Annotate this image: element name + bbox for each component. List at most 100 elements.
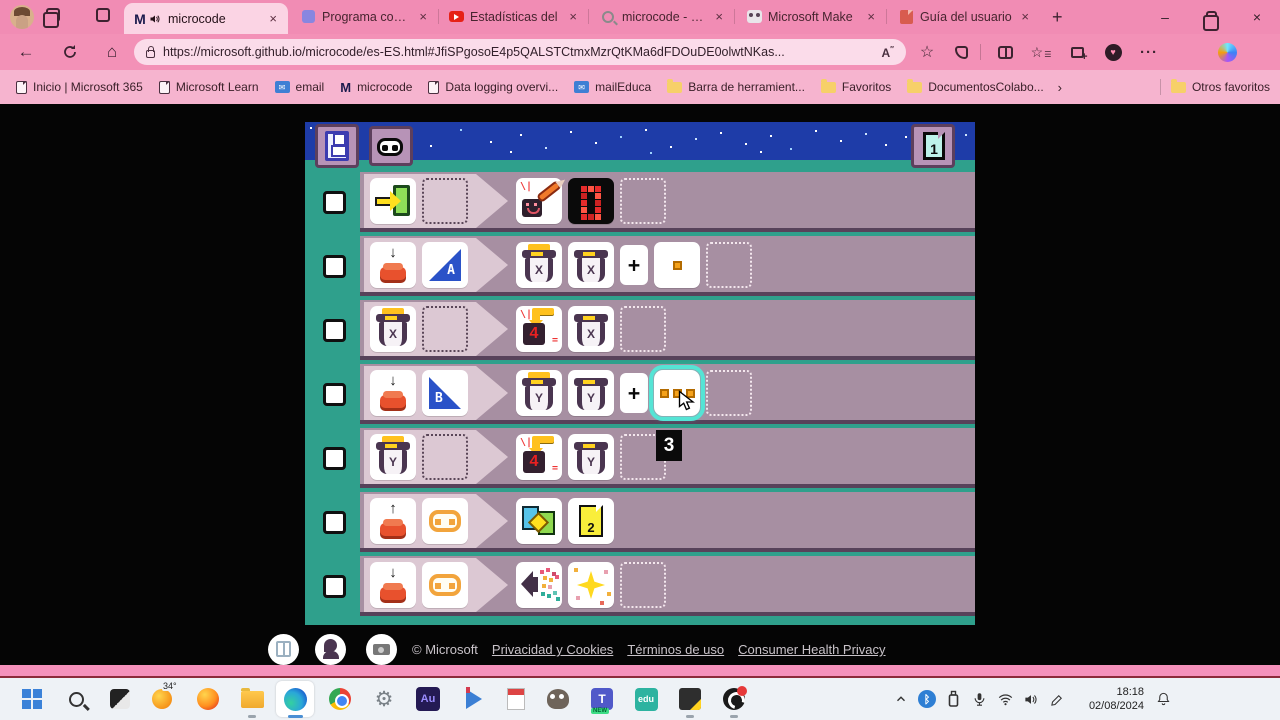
other-favorites-folder[interactable]: Otros favoritos (1170, 78, 1270, 94)
favorite-star-icon[interactable]: ☆ (916, 42, 938, 62)
bookmark-maileduca[interactable]: ✉ mailEduca (574, 80, 651, 94)
tab-close-icon[interactable]: × (712, 9, 726, 24)
volume-icon[interactable] (1018, 686, 1044, 712)
back-icon[interactable]: ← (14, 40, 38, 64)
robot-simulator-button[interactable] (369, 126, 413, 166)
edge-icon[interactable] (281, 685, 309, 713)
tab-microcode[interactable]: M microcode × (124, 3, 288, 34)
empty-do-slot[interactable] (620, 562, 666, 608)
browser-essentials-icon[interactable]: ♥ (1102, 42, 1124, 62)
usb-icon[interactable] (940, 686, 966, 712)
widgets-button[interactable] (106, 685, 134, 713)
firefox-icon[interactable] (194, 685, 222, 713)
copilot-icon[interactable] (1216, 42, 1238, 62)
clock[interactable]: 18:18 02/08/2024 (1070, 685, 1144, 714)
bookmark-folder-favoritos[interactable]: Favoritos (820, 78, 891, 94)
tile-show-number[interactable]: 4 \| = (516, 306, 562, 352)
tab-estadisticas[interactable]: Estadísticas del × (440, 0, 589, 33)
health-privacy-link[interactable]: Consumer Health Privacy (738, 642, 885, 657)
weather-widget[interactable]: 34° (148, 681, 178, 713)
add-tile-button[interactable]: + (620, 245, 648, 285)
empty-do-slot[interactable] (620, 178, 666, 224)
empty-do-slot[interactable] (706, 242, 752, 288)
tile-start-event[interactable] (370, 178, 416, 224)
tile-play-sound[interactable] (516, 562, 562, 608)
bookmarks-overflow-icon[interactable]: › (1058, 80, 1062, 95)
bookmark-microcode[interactable]: Mmicrocode (340, 80, 412, 95)
tile-logo-face[interactable] (422, 562, 468, 608)
refresh-icon[interactable] (58, 40, 82, 64)
address-bar[interactable]: https://microsoft.github.io/microcode/es… (134, 39, 906, 65)
bookmark-mslearn[interactable]: Microsoft Learn (158, 80, 259, 94)
rule-checkbox[interactable] (323, 383, 346, 406)
tile-value-1[interactable] (654, 242, 700, 288)
tile-led-display[interactable] (568, 178, 614, 224)
tile-cup-x[interactable]: X (568, 242, 614, 288)
rule-checkbox[interactable] (323, 255, 346, 278)
tile-cup-x[interactable]: X (568, 306, 614, 352)
privacy-link[interactable]: Privacidad y Cookies (492, 642, 613, 657)
tab-close-icon[interactable]: × (1018, 9, 1032, 24)
tile-button-press[interactable]: ↓ (370, 562, 416, 608)
tab-close-icon[interactable]: × (416, 9, 430, 24)
bookmark-inicio[interactable]: Inicio | Microsoft 365 (16, 80, 143, 94)
video-button[interactable] (366, 634, 397, 665)
tab-close-icon[interactable]: × (864, 9, 878, 24)
page-button[interactable]: 1 (911, 124, 955, 168)
edu-app-icon[interactable]: edu (632, 685, 660, 713)
bookmark-folder-documentos[interactable]: DocumentosColabo... (907, 78, 1044, 94)
restore-button[interactable] (1190, 0, 1232, 33)
chrome-icon[interactable] (326, 685, 354, 713)
settings-gear-icon[interactable]: ⚙ (370, 685, 398, 713)
teams-icon[interactable]: T NEW (588, 685, 616, 714)
tile-page-2[interactable]: 2 (568, 498, 614, 544)
lock-icon[interactable] (146, 45, 155, 58)
extensions-icon[interactable] (950, 42, 972, 62)
tab-close-icon[interactable]: × (266, 11, 280, 26)
feedback-button[interactable] (315, 634, 346, 665)
empty-do-slot[interactable] (706, 370, 752, 416)
tab-guia[interactable]: Guía del usuario × (890, 0, 1040, 33)
tab-actions-icon[interactable] (96, 8, 114, 26)
wifi-icon[interactable] (992, 686, 1018, 712)
tile-paint-screen[interactable]: \| (516, 178, 563, 224)
tile-cup-y-changed[interactable]: Y (370, 434, 416, 480)
tab-programa[interactable]: Programa con M × (292, 0, 439, 33)
bookmark-email[interactable]: ✉ email (274, 80, 324, 94)
tab-close-icon[interactable]: × (566, 9, 580, 24)
tile-pour-cup-x[interactable]: X (516, 242, 562, 288)
new-tab-button[interactable]: + (1052, 7, 1063, 28)
rule-checkbox[interactable] (323, 191, 346, 214)
tile-button-press[interactable]: ↓ (370, 370, 416, 416)
favorites-list-icon[interactable]: ☆ (1030, 42, 1052, 62)
settings-more-icon[interactable]: ··· (1138, 42, 1160, 62)
tile-show-number[interactable]: 4 \| = (516, 434, 562, 480)
bookmark-datalogging[interactable]: Data logging overvi... (428, 80, 558, 94)
dark-app-icon[interactable] (676, 685, 704, 713)
empty-when-slot[interactable] (422, 306, 468, 352)
tile-button-press[interactable]: ↓ (370, 242, 416, 288)
tab-audio-icon[interactable] (148, 13, 162, 25)
tab-makecode[interactable]: Microsoft Make × (738, 0, 887, 33)
audition-icon[interactable]: Au (414, 685, 442, 713)
workspaces-icon[interactable] (43, 8, 64, 28)
home-icon[interactable]: ⌂ (100, 40, 124, 64)
tile-button-b[interactable]: B (422, 370, 468, 416)
start-button[interactable] (18, 685, 46, 713)
terms-link[interactable]: Términos de uso (627, 642, 724, 657)
search-button[interactable] (62, 685, 90, 713)
tile-logo-face[interactable] (422, 498, 468, 544)
read-aloud-icon[interactable]: A (881, 45, 894, 60)
add-tile-button[interactable]: + (620, 373, 648, 413)
minimize-button[interactable]: – (1144, 0, 1186, 33)
tile-cup-y[interactable]: Y (568, 370, 614, 416)
empty-do-slot[interactable] (620, 306, 666, 352)
bluetooth-icon[interactable]: ᛒ (914, 686, 940, 712)
rule-checkbox[interactable] (323, 319, 346, 342)
microphone-icon[interactable] (966, 686, 992, 712)
tray-chevron-icon[interactable] (888, 686, 914, 712)
document-app-icon[interactable] (502, 685, 530, 713)
tile-sparkle[interactable] (568, 562, 614, 608)
profile-avatar[interactable] (10, 5, 34, 29)
empty-when-slot[interactable] (422, 178, 468, 224)
